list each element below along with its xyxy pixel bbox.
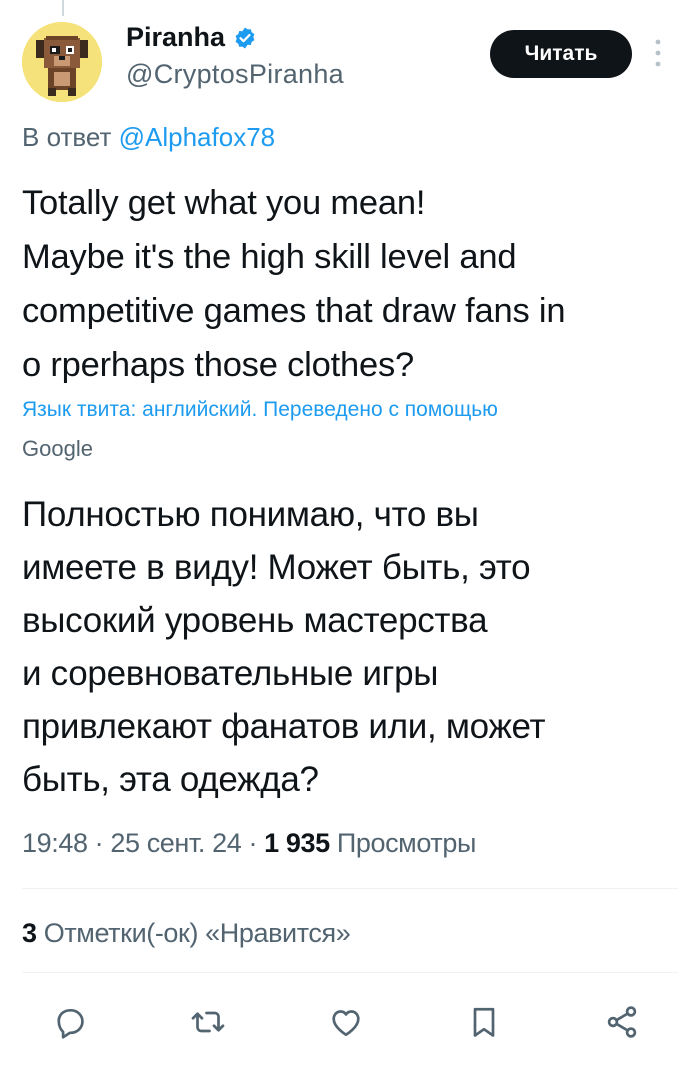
reply-context: В ответ @Alphafox78 — [22, 122, 275, 153]
tweet-time[interactable]: 19:48 — [22, 828, 88, 858]
bookmark-button[interactable] — [462, 1000, 506, 1044]
likes-label: Отметки(-ок) «Нравится» — [43, 918, 351, 948]
avatar[interactable] — [22, 22, 102, 102]
follow-button[interactable]: Читать — [490, 30, 632, 78]
author-display-name[interactable]: Piranha — [126, 22, 225, 53]
like-button[interactable] — [324, 1000, 368, 1044]
tweet-meta: 19:48 · 25 сент. 24 · 1 935 Просмотры — [22, 828, 476, 859]
views-count: 1 935 — [264, 828, 330, 858]
meta-separator-2: · — [241, 828, 265, 858]
reply-icon — [57, 1008, 84, 1039]
divider — [22, 972, 678, 973]
google-provider-text: Google — [22, 436, 94, 461]
retweet-icon — [191, 1011, 225, 1033]
reply-mention-link[interactable]: @Alphafox78 — [119, 122, 276, 152]
pixel-dog-avatar-icon — [22, 22, 102, 102]
likes-count: 3 — [22, 918, 37, 948]
bookmark-icon — [473, 1007, 495, 1037]
retweet-button[interactable] — [186, 1000, 230, 1044]
meta-separator: · — [87, 828, 111, 858]
author-handle[interactable]: @CryptosPiranha — [126, 59, 344, 90]
share-button[interactable] — [600, 1000, 644, 1044]
reply-button[interactable] — [48, 1000, 92, 1044]
reply-prefix: В ответ — [22, 122, 119, 152]
tweet-date[interactable]: 25 сент. 24 — [110, 828, 241, 858]
views-label: Просмотры — [336, 828, 477, 858]
more-options-icon[interactable] — [652, 36, 664, 70]
verified-badge-icon — [235, 27, 255, 48]
tweet-text: Totally get what you mean! Maybe it's th… — [22, 184, 566, 384]
action-bar — [0, 1000, 700, 1044]
google-logo: Google — [22, 436, 93, 462]
heart-icon — [332, 1010, 360, 1037]
translated-text: Полностью понимаю, что вы имеете в виду!… — [22, 495, 546, 799]
thread-connector-line — [62, 0, 64, 16]
divider — [22, 888, 678, 889]
translation-note-link[interactable]: Язык твита: английский. Переведено с пом… — [22, 396, 682, 424]
share-icon — [607, 1006, 637, 1038]
author-block: Piranha @CryptosPiranha — [126, 22, 344, 90]
likes-summary-link[interactable]: 3 Отметки(-ок) «Нравится» — [22, 918, 351, 949]
